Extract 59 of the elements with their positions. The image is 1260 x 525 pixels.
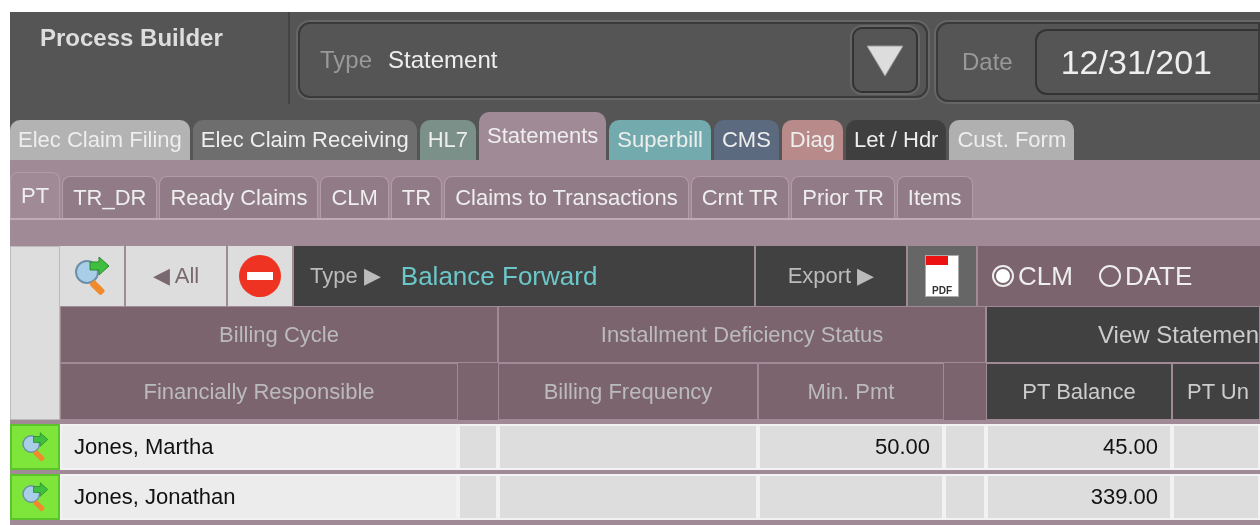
subtab[interactable]: Ready Claims bbox=[159, 176, 319, 218]
column-group-header: Installment Deficiency Status bbox=[498, 306, 986, 363]
type-label: Type ▶ bbox=[310, 263, 381, 289]
search-button[interactable] bbox=[60, 246, 124, 306]
open-button[interactable] bbox=[10, 424, 60, 470]
search-icon[interactable] bbox=[20, 432, 50, 462]
column-header: Billing Frequency bbox=[498, 363, 758, 420]
tab[interactable]: Diag bbox=[781, 120, 844, 160]
date-field[interactable]: 12/31/201 bbox=[1034, 29, 1258, 95]
tab[interactable]: HL7 bbox=[419, 120, 477, 160]
subtab[interactable]: TR_DR bbox=[62, 176, 158, 218]
table-cell: Jones, Jonathan bbox=[60, 474, 458, 520]
remove-icon bbox=[238, 254, 282, 298]
table-cell: 50.00 bbox=[758, 424, 944, 470]
dropdown-button[interactable] bbox=[852, 27, 918, 93]
subtab[interactable]: Prior TR bbox=[791, 176, 895, 218]
date-label: Date bbox=[962, 48, 1013, 76]
subtab[interactable]: Crnt TR bbox=[690, 176, 790, 218]
header-spacer bbox=[458, 363, 498, 420]
table-cell bbox=[944, 474, 986, 520]
radio-option[interactable]: DATE bbox=[1098, 260, 1193, 292]
type-value[interactable]: Balance Forward bbox=[400, 260, 598, 292]
tab[interactable]: Elec Claim Receiving bbox=[192, 120, 417, 160]
pdf-button[interactable]: PDF bbox=[908, 246, 976, 306]
table-cell: 45.00 bbox=[986, 424, 1172, 470]
column-header: PT Un bbox=[1172, 363, 1260, 420]
tab[interactable]: Statements bbox=[479, 112, 607, 160]
column-header: PT Balance bbox=[986, 363, 1172, 420]
type-field[interactable]: Type Statement bbox=[298, 22, 928, 98]
tab[interactable]: CMS bbox=[713, 120, 779, 160]
subtab[interactable]: Items bbox=[896, 176, 973, 218]
export-button[interactable]: Export ▶ bbox=[756, 246, 906, 306]
table-cell bbox=[944, 424, 986, 470]
tab[interactable]: Superbill bbox=[609, 120, 711, 160]
subtab[interactable]: Claims to Transactions bbox=[444, 176, 689, 218]
column-header: Financially Responsible bbox=[60, 363, 458, 420]
pdf-icon: PDF bbox=[925, 255, 959, 297]
table-cell bbox=[458, 424, 498, 470]
caret-icon bbox=[867, 44, 903, 76]
search-icon[interactable] bbox=[72, 256, 112, 296]
search-icon[interactable] bbox=[20, 482, 50, 512]
app-title: Process Builder bbox=[40, 24, 223, 51]
remove-button[interactable] bbox=[228, 246, 292, 306]
subtab[interactable]: TR bbox=[390, 176, 443, 218]
column-group-header: View Statemen bbox=[986, 306, 1260, 363]
column-header: Min. Pmt bbox=[758, 363, 944, 420]
table-cell: 339.00 bbox=[986, 474, 1172, 520]
subtab[interactable]: CLM bbox=[320, 176, 389, 218]
tab[interactable]: Cust. Form bbox=[949, 120, 1075, 160]
header-spacer bbox=[944, 363, 986, 420]
all-button[interactable]: ◀ All bbox=[126, 246, 226, 306]
table-cell: Jones, Martha bbox=[60, 424, 458, 470]
column-group-header: Billing Cycle bbox=[60, 306, 498, 363]
open-button[interactable] bbox=[10, 474, 60, 520]
radio-option[interactable]: CLM bbox=[992, 260, 1073, 292]
tab[interactable]: Elec Claim Filing bbox=[10, 120, 190, 160]
table-cell bbox=[458, 474, 498, 520]
subtab[interactable]: PT bbox=[10, 172, 61, 218]
tab[interactable]: Let / Hdr bbox=[846, 120, 947, 160]
